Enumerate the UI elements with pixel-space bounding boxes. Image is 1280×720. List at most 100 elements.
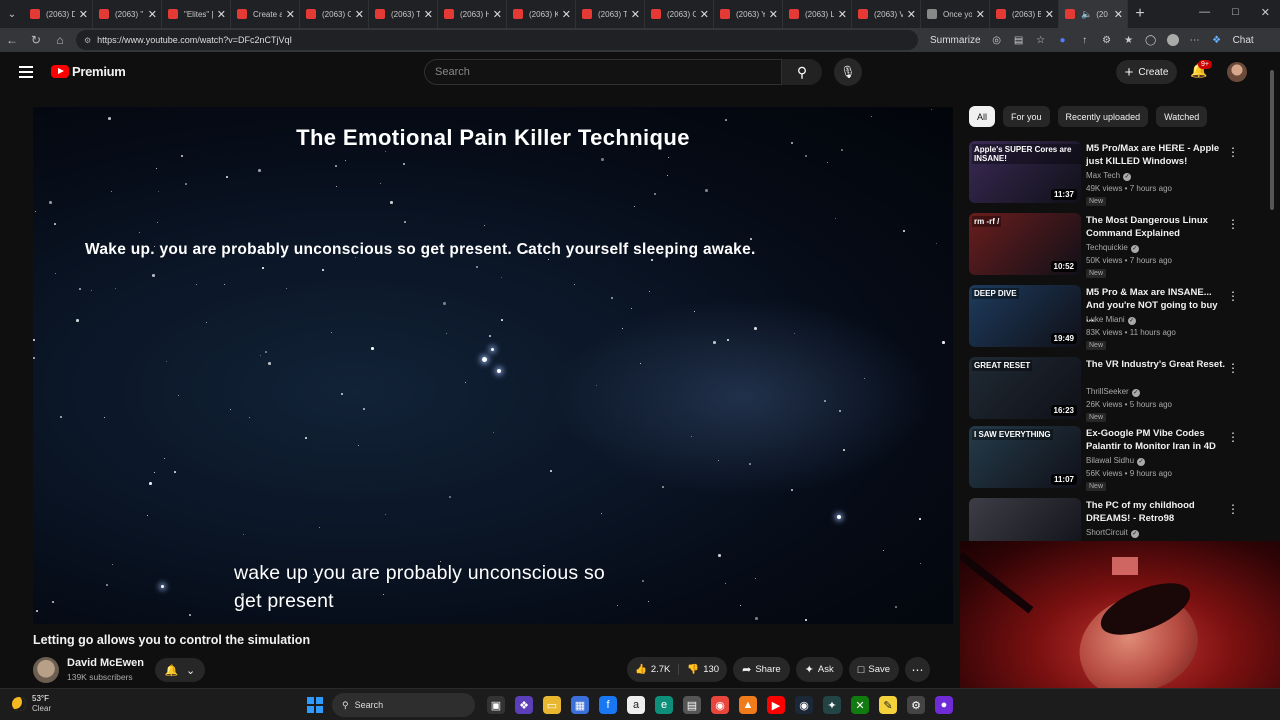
back-icon[interactable]: ←: [0, 33, 24, 47]
settings-icon[interactable]: ⚙: [907, 696, 925, 714]
scrollbar[interactable]: [1268, 70, 1276, 540]
browser-tab[interactable]: "Elites" [✕: [162, 0, 231, 28]
chip-recently-uploaded[interactable]: Recently uploaded: [1057, 106, 1149, 127]
browser-tab-active[interactable]: 🔈 (20 ✕: [1059, 0, 1128, 28]
video-thumbnail[interactable]: I SAW EVERYTHING 11:07: [969, 426, 1081, 488]
create-button[interactable]: + Create: [1116, 60, 1177, 84]
windows-start-icon[interactable]: [307, 697, 323, 713]
browser-tab[interactable]: (2063) Ta✕: [576, 0, 645, 28]
store-icon[interactable]: ▦: [571, 696, 589, 714]
notes-icon[interactable]: ✎: [879, 696, 897, 714]
browser-tab[interactable]: (2063) Th✕: [369, 0, 438, 28]
search-input[interactable]: Search: [424, 59, 782, 85]
youtube-logo[interactable]: Premium: [51, 64, 126, 79]
more-vert-icon[interactable]: ⋮: [1227, 361, 1239, 375]
browser-tab[interactable]: (2063) Yo✕: [714, 0, 783, 28]
vlc-icon[interactable]: ▲: [739, 696, 757, 714]
dislike-button[interactable]: 👎 130: [679, 664, 727, 675]
recommendation-channel[interactable]: Bilawal Sidhu ✓: [1086, 456, 1146, 466]
recommendation-item[interactable]: DEEP DIVE 19:49 M5 Pro & Max are INSANE...…: [969, 285, 1269, 350]
close-tab-icon[interactable]: ✕: [769, 8, 778, 21]
site-info-icon[interactable]: ⚙: [84, 36, 91, 45]
close-tab-icon[interactable]: ✕: [493, 8, 502, 21]
file-explorer-icon[interactable]: ▭: [543, 696, 561, 714]
close-tab-icon[interactable]: ✕: [631, 8, 640, 21]
like-button[interactable]: 👍 2.7K: [627, 664, 680, 675]
app-icon[interactable]: ●: [935, 696, 953, 714]
chip-all[interactable]: All: [969, 106, 996, 127]
close-tab-icon[interactable]: ✕: [1045, 8, 1054, 21]
xbox-icon[interactable]: ✕: [851, 696, 869, 714]
recommendation-title[interactable]: The VR Industry's Great Reset.: [1086, 358, 1226, 371]
recommendation-title[interactable]: The Most Dangerous Linux Command Explain…: [1086, 214, 1226, 240]
more-actions-icon[interactable]: ⋯: [905, 657, 931, 682]
menu-hamburger-icon[interactable]: [19, 66, 33, 78]
video-thumbnail[interactable]: rm -rf / 10:52: [969, 213, 1081, 275]
collections-icon[interactable]: ★: [1123, 34, 1135, 46]
ask-button[interactable]: ✦ Ask: [795, 657, 843, 682]
browser-tab[interactable]: Once yo ✕: [921, 0, 990, 28]
recommendation-item[interactable]: I SAW EVERYTHING 11:07 Ex-Google PM Vibe C…: [969, 426, 1269, 491]
browser-tab[interactable]: (2063) V ✕: [852, 0, 921, 28]
calculator-icon[interactable]: ▤: [683, 696, 701, 714]
close-tab-icon[interactable]: ✕: [838, 8, 847, 21]
steam-icon[interactable]: ◉: [795, 696, 813, 714]
taskbar-search[interactable]: ⚲ Search: [332, 693, 475, 717]
summarize-button[interactable]: Summarize: [930, 35, 981, 46]
extensions-puzzle-icon[interactable]: ⚙: [1101, 34, 1113, 46]
facebook-icon[interactable]: f: [599, 696, 617, 714]
video-thumbnail[interactable]: Apple's SUPER Cores are INSANE! 11:37: [969, 141, 1081, 203]
browser-tab[interactable]: (2063) B ✕: [990, 0, 1059, 28]
close-tab-icon[interactable]: ✕: [355, 8, 364, 21]
task-view-icon[interactable]: ▣: [487, 696, 505, 714]
more-options-icon[interactable]: ⋯: [1189, 34, 1201, 46]
browser-tab[interactable]: (2063) K ✕: [507, 0, 576, 28]
reader-icon[interactable]: ▤: [1013, 34, 1025, 46]
close-tab-icon[interactable]: ✕: [562, 8, 571, 21]
browser-tab[interactable]: (2063) H ✕: [438, 0, 507, 28]
more-vert-icon[interactable]: ⋮: [1227, 217, 1239, 231]
more-vert-icon[interactable]: ⋮: [1227, 145, 1239, 159]
voice-search-mic-icon[interactable]: 🎙: [834, 58, 862, 86]
url-bar[interactable]: ⚙ https://www.youtube.com/watch?v=DFc2nC…: [76, 30, 918, 50]
close-tab-icon[interactable]: ✕: [907, 8, 916, 21]
edge-icon[interactable]: e: [655, 696, 673, 714]
browser-tab[interactable]: (2063) D ✕: [24, 0, 93, 28]
more-vert-icon[interactable]: ⋮: [1227, 430, 1239, 444]
more-vert-icon[interactable]: ⋮: [1227, 289, 1239, 303]
more-vert-icon[interactable]: ⋮: [1227, 502, 1239, 516]
bookmark-star-icon[interactable]: ☆: [1035, 34, 1047, 46]
network-app-icon[interactable]: ✦: [823, 696, 841, 714]
recommendation-item[interactable]: GREAT RESET 16:23 The VR Industry's Great …: [969, 357, 1269, 422]
search-button[interactable]: ⚲: [782, 59, 822, 85]
home-icon[interactable]: ⌂: [48, 33, 72, 47]
channel-avatar[interactable]: [33, 657, 59, 683]
close-tab-icon[interactable]: ✕: [286, 8, 295, 21]
close-window-icon[interactable]: ✕: [1261, 6, 1270, 19]
chip-for-you[interactable]: For you: [1003, 106, 1050, 127]
reload-icon[interactable]: ↻: [24, 33, 48, 47]
youtube-app-icon[interactable]: ▶: [767, 696, 785, 714]
recommendation-title[interactable]: Ex-Google PM Vibe Codes Palantir to Moni…: [1086, 427, 1226, 453]
account-avatar[interactable]: [1227, 62, 1247, 82]
close-tab-icon[interactable]: ✕: [424, 8, 433, 21]
summarize-icon[interactable]: ◎: [991, 34, 1003, 46]
speaker-icon[interactable]: 🔈: [1081, 9, 1092, 20]
chat-button[interactable]: Chat: [1233, 35, 1254, 46]
channel-name[interactable]: David McEwen: [67, 657, 144, 669]
amazon-icon[interactable]: a: [627, 696, 645, 714]
save-button[interactable]: □ Save: [848, 657, 900, 682]
browser-tab[interactable]: Create a ✕: [231, 0, 300, 28]
recommendation-item[interactable]: Apple's SUPER Cores are INSANE! 11:37 M5 P…: [969, 141, 1269, 206]
close-tab-icon[interactable]: ✕: [148, 8, 157, 21]
chrome-icon[interactable]: ◉: [711, 696, 729, 714]
recommendation-channel[interactable]: Luke Miani ✓: [1086, 315, 1136, 325]
video-thumbnail[interactable]: GREAT RESET 16:23: [969, 357, 1081, 419]
close-tab-icon[interactable]: ✕: [700, 8, 709, 21]
chip-watched[interactable]: Watched: [1156, 106, 1208, 127]
subscription-bell-button[interactable]: 🔔 ⌄: [155, 658, 205, 682]
close-tab-icon[interactable]: ✕: [1114, 8, 1123, 21]
weather-widget[interactable]: 53°F Clear: [12, 694, 51, 714]
recommendation-item[interactable]: rm -rf / 10:52 The Most Dangerous Linux Co…: [969, 213, 1269, 278]
minimize-icon[interactable]: —: [1199, 6, 1210, 19]
